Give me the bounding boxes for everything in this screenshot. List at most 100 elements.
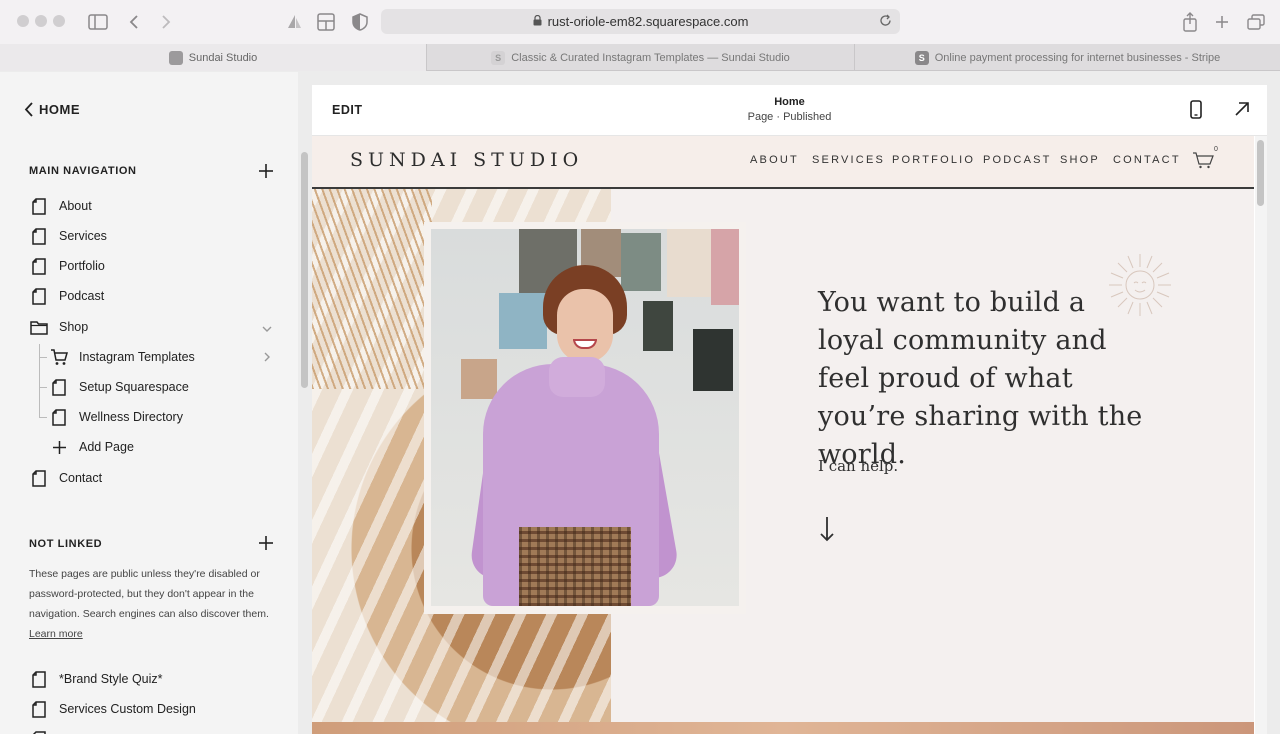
face bbox=[557, 289, 613, 363]
site-scrollbar[interactable] bbox=[1255, 136, 1267, 734]
privacy-shield-icon[interactable] bbox=[348, 10, 372, 34]
layout-icon[interactable] bbox=[314, 10, 338, 34]
tab-instagram-templates[interactable]: S Classic & Curated Instagram Templates … bbox=[426, 44, 854, 71]
nav-item-wellness-directory[interactable]: Wellness Directory bbox=[49, 405, 183, 429]
page-icon bbox=[29, 699, 49, 719]
zoom-window-button[interactable] bbox=[53, 15, 65, 27]
description-text: These pages are public unless they're di… bbox=[29, 568, 269, 620]
cart-count: 0 bbox=[1214, 146, 1218, 153]
minimize-window-button[interactable] bbox=[35, 15, 47, 27]
sidebar-toggle-icon[interactable] bbox=[86, 10, 110, 34]
tab-sundai-studio[interactable]: Sundai Studio bbox=[0, 44, 426, 71]
add-not-linked-page-button[interactable] bbox=[257, 534, 275, 552]
nav-item-services-custom-design[interactable]: Services Custom Design bbox=[29, 697, 196, 721]
page-icon bbox=[49, 407, 69, 427]
site-nav-portfolio[interactable]: PORTFOLIO bbox=[892, 154, 975, 166]
home-back-link[interactable]: HOME bbox=[24, 102, 80, 117]
tab-stripe[interactable]: S Online payment processing for internet… bbox=[854, 44, 1280, 71]
nav-item-setup-squarespace[interactable]: Setup Squarespace bbox=[49, 375, 189, 399]
page-icon bbox=[29, 256, 49, 276]
nav-item-label: About bbox=[59, 199, 92, 213]
nav-item-label: Add Page bbox=[79, 440, 134, 454]
main-navigation-title: MAIN NAVIGATION bbox=[29, 165, 137, 177]
tab-title: Classic & Curated Instagram Templates — … bbox=[511, 51, 790, 64]
reload-icon[interactable] bbox=[879, 14, 892, 30]
page-icon bbox=[29, 286, 49, 306]
page-icon bbox=[29, 468, 49, 488]
tab-bar: Sundai Studio S Classic & Curated Instag… bbox=[0, 44, 1280, 71]
new-tab-icon[interactable] bbox=[1210, 10, 1234, 34]
tab-overview-icon[interactable] bbox=[1244, 10, 1268, 34]
site-nav-shop[interactable]: SHOP bbox=[1060, 154, 1100, 166]
nav-item-portfolio[interactable]: Portfolio bbox=[29, 254, 105, 278]
plus-icon bbox=[259, 536, 273, 550]
site-nav-contact[interactable]: CONTACT bbox=[1113, 154, 1181, 166]
squarespace-favicon-icon: S bbox=[491, 50, 506, 65]
nav-item-brand-style-quiz[interactable]: *Brand Style Quiz* bbox=[29, 667, 163, 691]
nav-item-label: Contact bbox=[59, 471, 103, 485]
address-bar[interactable]: rust-oriole-em82.squarespace.com bbox=[381, 9, 900, 34]
nav-item-label: Setup Squarespace bbox=[79, 380, 189, 394]
site-logo[interactable]: SUNDAI STUDIO bbox=[350, 149, 583, 171]
nav-item-label: Shop bbox=[59, 320, 89, 334]
add-page-button[interactable]: Add Page bbox=[49, 435, 134, 459]
nav-item-shop[interactable]: Shop bbox=[29, 315, 275, 339]
chevron-down-icon[interactable] bbox=[262, 322, 272, 336]
pages-panel: HOME MAIN NAVIGATION About Services Port… bbox=[0, 72, 298, 734]
add-main-nav-page-button[interactable] bbox=[257, 162, 275, 180]
not-linked-title: NOT LINKED bbox=[29, 538, 103, 550]
moodboard-photo bbox=[643, 301, 673, 351]
moodboard-photo bbox=[693, 329, 733, 391]
folder-icon bbox=[29, 317, 49, 337]
nav-item-label: Portfolio bbox=[59, 259, 105, 273]
moodboard-photo bbox=[667, 229, 711, 297]
site-nav-podcast[interactable]: PODCAST bbox=[983, 154, 1052, 166]
site-nav-services[interactable]: SERVICES bbox=[812, 154, 885, 166]
nav-item-label: *Brand Style Quiz* bbox=[59, 672, 163, 686]
cart-icon bbox=[49, 347, 69, 367]
page-icon bbox=[29, 729, 49, 734]
scrollbar-thumb[interactable] bbox=[1257, 140, 1264, 206]
nav-item-services[interactable]: Services bbox=[29, 224, 107, 248]
extension-sail-icon[interactable] bbox=[282, 10, 306, 34]
mobile-preview-icon[interactable] bbox=[1190, 100, 1202, 124]
nav-item-partial[interactable] bbox=[29, 727, 59, 734]
page-icon bbox=[29, 226, 49, 246]
page-status: Page · Published bbox=[747, 111, 832, 123]
learn-more-link[interactable]: Learn more bbox=[29, 628, 83, 640]
hero-subhead: I can help. bbox=[818, 457, 899, 475]
palm-frond-texture bbox=[312, 189, 432, 389]
browser-toolbar: rust-oriole-em82.squarespace.com bbox=[0, 0, 1280, 44]
nav-item-contact[interactable]: Contact bbox=[29, 466, 102, 490]
forward-icon[interactable] bbox=[154, 10, 178, 34]
site-cart-icon[interactable]: 0 bbox=[1192, 146, 1218, 175]
panel-scrollbar[interactable] bbox=[301, 152, 308, 388]
nav-item-label: Instagram Templates bbox=[79, 350, 195, 364]
share-icon[interactable] bbox=[1178, 10, 1202, 34]
page-icon bbox=[29, 196, 49, 216]
tree-connector bbox=[39, 344, 40, 418]
hero-headline: You want to build a loyal community and … bbox=[818, 287, 1143, 470]
back-icon[interactable] bbox=[122, 10, 146, 34]
moodboard-photo bbox=[499, 293, 547, 349]
expand-arrow-icon[interactable] bbox=[1234, 101, 1250, 122]
chevron-right-icon[interactable] bbox=[264, 351, 271, 365]
nav-item-about[interactable]: About bbox=[29, 194, 92, 218]
nav-item-instagram-templates[interactable]: Instagram Templates bbox=[49, 345, 275, 369]
close-window-button[interactable] bbox=[17, 15, 29, 27]
nav-item-podcast[interactable]: Podcast bbox=[29, 284, 104, 308]
arrow-down-icon[interactable] bbox=[819, 516, 835, 547]
section-divider-band bbox=[312, 722, 1254, 734]
lock-icon bbox=[533, 14, 542, 29]
tab-title: Online payment processing for internet b… bbox=[934, 51, 1221, 64]
not-linked-description: These pages are public unless they're di… bbox=[29, 564, 274, 644]
home-label: HOME bbox=[39, 102, 80, 117]
page-title: Home bbox=[774, 96, 805, 108]
nav-item-label: Wellness Directory bbox=[79, 410, 183, 424]
site-nav-about[interactable]: ABOUT bbox=[750, 154, 799, 166]
moodboard-photo bbox=[711, 229, 739, 305]
portrait-photo bbox=[431, 229, 739, 606]
tree-connector bbox=[39, 387, 47, 388]
site-canvas: SUNDAI STUDIO ABOUT SERVICES PORTFOLIO P… bbox=[312, 136, 1254, 734]
chevron-left-icon bbox=[24, 102, 33, 117]
